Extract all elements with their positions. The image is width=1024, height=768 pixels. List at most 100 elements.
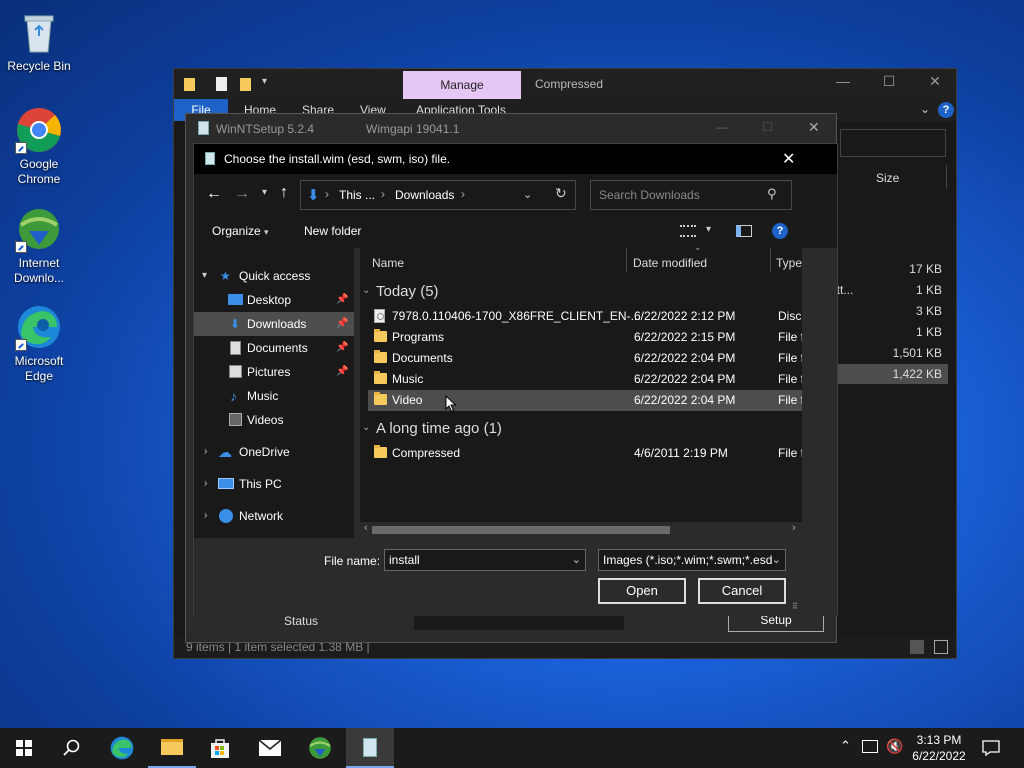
star-icon: ★: [220, 269, 231, 283]
search-input[interactable]: Search Downloads ⚲: [590, 180, 792, 210]
chevron-down-icon[interactable]: ⌄: [771, 550, 781, 570]
file-row-selected[interactable]: Video 6/22/2022 2:04 PM File fo: [368, 390, 802, 411]
close-button[interactable]: ✕: [920, 73, 950, 90]
new-folder-button[interactable]: New folder: [304, 224, 361, 238]
cancel-button[interactable]: Cancel: [698, 578, 786, 604]
taskbar-edge[interactable]: [98, 728, 146, 768]
recycle-bin-icon: [15, 8, 63, 56]
sort-chevron-icon: ⌄: [694, 248, 702, 253]
download-arrow-icon: ⬇: [230, 317, 241, 331]
file-row[interactable]: 7978.0.110406-1700_X86FRE_CLIENT_EN-... …: [368, 306, 802, 327]
show-hidden-icons-chevron-icon[interactable]: ⌃: [840, 738, 851, 754]
nav-onedrive[interactable]: › ☁ OneDrive: [194, 440, 354, 464]
winntsetup-app-icon: [363, 738, 377, 757]
desktop-icon-recycle-bin[interactable]: Recycle Bin: [1, 8, 77, 74]
scroll-left-icon[interactable]: ‹: [364, 522, 368, 534]
network-status-icon[interactable]: [862, 740, 878, 753]
notification-center-icon[interactable]: [982, 740, 1000, 756]
search-button[interactable]: [48, 728, 96, 768]
address-bar[interactable]: ⬇ › This ... › Downloads › ⌄ ↻: [300, 180, 576, 210]
nav-desktop[interactable]: Desktop 📌: [194, 288, 354, 312]
close-button[interactable]: ✕: [808, 119, 820, 136]
desktop-icon-chrome[interactable]: Google Chrome: [1, 106, 77, 187]
file-row[interactable]: Documents 6/22/2022 2:04 PM File fo: [368, 348, 802, 369]
size-value: 17 KB: [909, 262, 942, 276]
scroll-right-icon[interactable]: ›: [792, 522, 796, 534]
nav-documents[interactable]: Documents 📌: [194, 336, 354, 360]
maximize-button[interactable]: ☐: [762, 120, 773, 134]
file-type: File fo: [778, 330, 802, 344]
volume-muted-icon[interactable]: 🔇: [886, 738, 903, 755]
nav-downloads[interactable]: ⬇ Downloads 📌: [194, 312, 354, 336]
chevron-down-icon[interactable]: ⌄: [920, 102, 930, 116]
taskbar-mail[interactable]: [246, 728, 294, 768]
open-button[interactable]: Open: [598, 578, 686, 604]
address-history-chevron-icon[interactable]: ⌄: [523, 188, 532, 201]
download-arrow-icon: ⬇: [307, 187, 320, 204]
details-view-icon[interactable]: [910, 640, 924, 654]
nav-pictures[interactable]: Pictures 📌: [194, 360, 354, 384]
nav-videos[interactable]: Videos: [194, 408, 354, 432]
horizontal-scrollbar[interactable]: ‹ ›: [360, 522, 802, 538]
help-icon[interactable]: ?: [938, 102, 954, 118]
winntsetup-title: WinNTSetup 5.2.4: [216, 122, 315, 136]
folder-icon: [374, 329, 387, 342]
taskbar: ⌃ 🔇 3:13 PM 6/22/2022: [0, 728, 1024, 768]
pin-icon: 📌: [336, 366, 349, 377]
file-date: 6/22/2022 2:04 PM: [634, 393, 736, 407]
close-button[interactable]: ✕: [782, 149, 795, 169]
file-row[interactable]: Music 6/22/2022 2:04 PM File fo: [368, 369, 802, 390]
taskbar-store[interactable]: [196, 728, 244, 768]
scrollbar-thumb[interactable]: [372, 526, 670, 534]
manage-tab[interactable]: Manage: [403, 71, 521, 99]
nav-music[interactable]: ♪ Music: [194, 384, 354, 408]
file-type: File fo: [778, 372, 802, 386]
chevron-down-icon[interactable]: ▾: [706, 224, 711, 235]
file-date: 6/22/2022 2:04 PM: [634, 351, 736, 365]
recent-locations-chevron-icon[interactable]: ▾: [262, 187, 267, 198]
file-type: File fo: [778, 393, 802, 407]
refresh-icon[interactable]: ↻: [555, 185, 567, 202]
taskbar-file-explorer[interactable]: [148, 728, 196, 768]
organize-button[interactable]: Organize ▾: [212, 224, 269, 238]
nav-network[interactable]: › Network: [194, 504, 354, 528]
mouse-cursor-icon: [445, 395, 457, 413]
minimize-button[interactable]: —: [828, 73, 858, 89]
taskbar-winntsetup[interactable]: [346, 728, 394, 768]
minimize-button[interactable]: —: [716, 120, 728, 134]
start-button[interactable]: [0, 728, 48, 768]
taskbar-clock[interactable]: 3:13 PM 6/22/2022: [906, 732, 972, 764]
taskbar-idm[interactable]: [296, 728, 344, 768]
date-column-header[interactable]: Date modified: [633, 256, 707, 270]
size-column-header[interactable]: Size: [876, 171, 899, 185]
resize-grip-icon[interactable]: ⠿: [792, 602, 798, 611]
nav-label: Desktop: [247, 293, 292, 307]
desktop-icon-edge[interactable]: Microsoft Edge: [1, 303, 77, 384]
help-icon[interactable]: ?: [772, 223, 788, 239]
preview-pane-icon[interactable]: [736, 225, 752, 237]
nav-quick-access[interactable]: ▾ ★ Quick access: [194, 264, 354, 288]
open-file-dialog: Choose the install.wim (esd, swm, iso) f…: [193, 143, 838, 616]
breadcrumb-downloads[interactable]: Downloads: [395, 188, 454, 202]
forward-arrow-icon[interactable]: →: [234, 185, 250, 203]
maximize-button[interactable]: ☐: [874, 73, 904, 90]
column-divider: [770, 248, 771, 272]
nav-this-pc[interactable]: › This PC: [194, 472, 354, 496]
change-view-icon[interactable]: [680, 225, 696, 237]
breadcrumb-this-pc[interactable]: This ...: [339, 188, 375, 202]
quick-access-toolbar[interactable]: ▾: [184, 76, 284, 92]
file-name-input[interactable]: install ⌄: [384, 549, 586, 571]
name-column-header[interactable]: Name: [372, 256, 404, 270]
explorer-search-box[interactable]: [840, 129, 946, 157]
winntsetup-app-icon: [198, 121, 209, 135]
desktop-icon-idm[interactable]: Internet Downlo...: [1, 205, 77, 286]
type-column-header[interactable]: Type: [776, 256, 802, 270]
file-type-filter-select[interactable]: Images (*.iso;*.wim;*.swm;*.esd ⌄: [598, 549, 786, 571]
file-row[interactable]: Compressed 4/6/2011 2:19 PM File fo: [368, 443, 802, 464]
breadcrumb-separator-icon: ›: [325, 187, 329, 201]
up-arrow-icon[interactable]: ↑: [280, 184, 288, 202]
chevron-down-icon[interactable]: ⌄: [572, 550, 581, 570]
back-arrow-icon[interactable]: ←: [206, 185, 222, 203]
large-icons-view-icon[interactable]: [934, 640, 948, 654]
file-row[interactable]: Programs 6/22/2022 2:15 PM File fo: [368, 327, 802, 348]
